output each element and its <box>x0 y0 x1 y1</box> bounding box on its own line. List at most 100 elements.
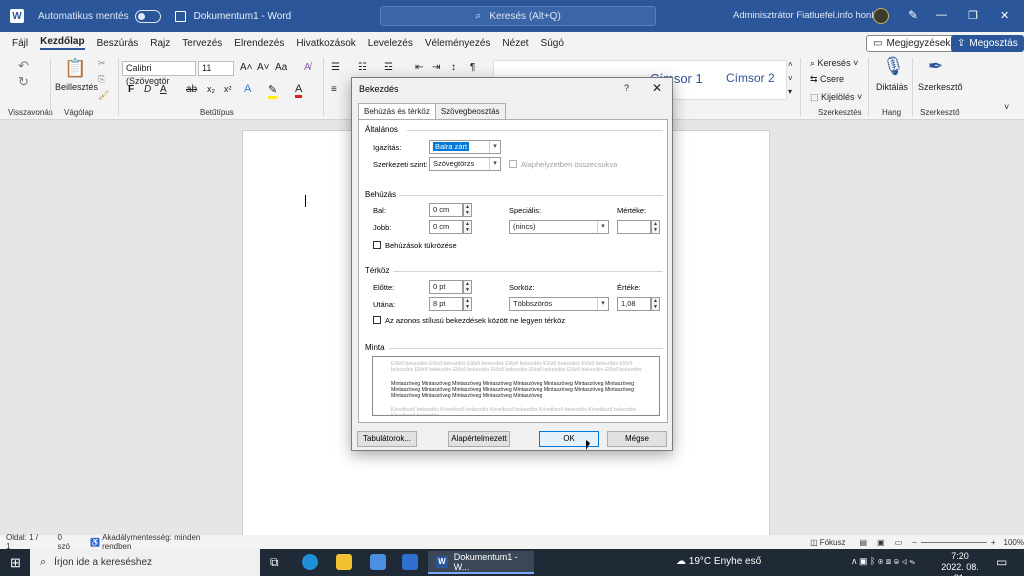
focus-mode[interactable]: Fókusz <box>820 538 846 547</box>
before-stepper[interactable]: ▲ ▼ <box>463 280 472 294</box>
bullets-icon[interactable]: ☰ <box>331 62 340 73</box>
user-name[interactable]: Adminisztrátor Fiatluefel.info honlap <box>733 10 884 21</box>
windows-start-icon[interactable]: ⊞ <box>10 555 21 571</box>
tab-design[interactable]: Tervezés <box>182 38 222 49</box>
strikethrough-icon[interactable]: ab <box>186 84 197 95</box>
minimize-button[interactable]: — <box>936 9 947 21</box>
gallery-down-icon[interactable]: ˅ <box>788 74 793 83</box>
tab-draw[interactable]: Rajz <box>150 38 170 49</box>
replace-button[interactable]: ⇆ Csere <box>810 74 844 85</box>
cancel-button[interactable]: Mégse <box>607 431 667 447</box>
style-heading2[interactable]: Címsor 2 <box>726 71 775 85</box>
task-view-icon[interactable]: ⧉ <box>270 555 279 570</box>
save-icon[interactable] <box>174 10 186 22</box>
undo-icon[interactable]: ↶ <box>18 58 29 74</box>
help-button[interactable]: ? <box>624 83 629 93</box>
edge-icon[interactable] <box>302 554 318 570</box>
font-size-select[interactable]: 11 <box>198 61 234 76</box>
file-explorer-icon[interactable] <box>336 554 352 570</box>
print-layout-icon[interactable]: ▣ <box>877 538 885 547</box>
redo-icon[interactable]: ↻ <box>18 74 29 90</box>
store-icon[interactable] <box>370 554 386 570</box>
gallery-up-icon[interactable]: ˄ <box>788 60 793 69</box>
close-icon[interactable]: ✕ <box>652 81 662 95</box>
sort-icon[interactable]: ↕ <box>451 62 456 73</box>
before-input[interactable]: 0 pt <box>429 280 463 294</box>
left-indent-stepper[interactable]: ▲ ▼ <box>463 203 472 217</box>
align-left-icon[interactable]: ≡ <box>331 84 337 95</box>
tab-layout[interactable]: Elrendezés <box>234 38 284 49</box>
at-input[interactable]: 1,08 <box>617 297 651 311</box>
paste-label[interactable]: Beillesztés <box>55 82 98 92</box>
clock[interactable]: 7:20 2022. 08. 21. <box>938 551 982 576</box>
tab-indents-spacing[interactable]: Behúzás és térköz <box>358 103 436 120</box>
mirror-indents-checkbox[interactable] <box>373 241 381 249</box>
by-input[interactable] <box>617 220 651 234</box>
avatar[interactable] <box>873 8 889 24</box>
find-button[interactable]: ⌕ Keresés ˅ <box>810 58 858 69</box>
microphone-icon[interactable]: 🎙 <box>882 56 905 77</box>
taskbar-word-app[interactable]: W Dokumentum1 - W... <box>428 551 534 574</box>
dictate-label[interactable]: Diktálás <box>876 82 908 92</box>
select-button[interactable]: ⬚ Kijelölés ˅ <box>810 92 862 103</box>
multilevel-icon[interactable]: ☲ <box>384 62 393 73</box>
tab-view[interactable]: Nézet <box>502 38 528 49</box>
close-window-button[interactable]: ✕ <box>1000 9 1009 22</box>
clear-format-icon[interactable]: A̸ <box>304 62 311 73</box>
paste-icon[interactable]: 📋 <box>64 58 86 79</box>
zoom-slider[interactable] <box>920 541 987 543</box>
pen-icon[interactable]: ✎ <box>908 8 918 22</box>
taskbar-search[interactable]: ⌕ Írjon ide a kereséshez <box>30 549 260 576</box>
right-indent-stepper[interactable]: ▲ ▼ <box>463 220 472 234</box>
ribbon-collapse-icon[interactable]: ˅ <box>1004 102 1009 112</box>
gallery-more-icon[interactable]: ▾ <box>788 87 792 96</box>
special-select[interactable]: (nincs) ▾ <box>509 220 609 234</box>
bold-button[interactable]: F <box>128 84 134 95</box>
italic-button[interactable]: D <box>144 84 151 95</box>
autosave-toggle[interactable] <box>134 9 161 23</box>
at-stepper[interactable]: ▲ ▼ <box>651 297 660 311</box>
underline-button[interactable]: A <box>160 84 167 95</box>
ok-button[interactable]: OK <box>539 431 599 447</box>
decrease-indent-icon[interactable]: ⇤ <box>415 62 423 73</box>
mail-icon[interactable] <box>402 554 418 570</box>
collapsed-checkbox[interactable] <box>509 160 517 168</box>
text-effects-icon[interactable]: A <box>244 83 251 95</box>
web-layout-icon[interactable]: ▭ <box>895 538 903 547</box>
tab-home[interactable]: Kezdőlap <box>40 36 85 50</box>
grow-font-icon[interactable]: A˄ <box>240 62 253 73</box>
numbering-icon[interactable]: ☷ <box>358 62 367 73</box>
highlight-icon[interactable]: ✎ <box>268 83 278 99</box>
font-color-icon[interactable]: A <box>295 83 303 98</box>
tab-references[interactable]: Hivatkozások <box>296 38 355 49</box>
no-space-checkbox[interactable] <box>373 316 381 324</box>
subscript-icon[interactable]: x₂ <box>207 84 215 94</box>
tab-review[interactable]: Véleményezés <box>425 38 491 49</box>
after-stepper[interactable]: ▲ ▼ <box>463 297 472 311</box>
shrink-font-icon[interactable]: A˅ <box>257 62 270 73</box>
zoom-in-icon[interactable]: + <box>991 538 996 547</box>
after-input[interactable]: 8 pt <box>429 297 463 311</box>
tab-help[interactable]: Súgó <box>541 38 564 49</box>
share-button[interactable]: ⇪ Megosztás <box>951 35 1024 52</box>
restore-button[interactable]: ❐ <box>968 9 978 22</box>
tab-file[interactable]: Fájl <box>12 38 28 49</box>
superscript-icon[interactable]: x² <box>224 84 232 94</box>
format-painter-icon[interactable]: 🖌 <box>98 90 109 101</box>
tray-icons[interactable]: ʌ ▣ ᛒ ◉ ▥ ⊜ ◁ ✎ <box>852 556 915 567</box>
zoom-out-icon[interactable]: − <box>912 538 917 547</box>
right-indent-input[interactable]: 0 cm <box>429 220 463 234</box>
copy-icon[interactable]: ⎘ <box>98 74 105 85</box>
read-mode-icon[interactable]: ▤ <box>859 538 867 547</box>
by-stepper[interactable]: ▲ ▼ <box>651 220 660 234</box>
outline-level-select[interactable]: Szövegtörzs ▾ <box>429 157 501 171</box>
zoom-level[interactable]: 100% <box>1004 538 1024 547</box>
tabs-button[interactable]: Tabulátorok... <box>357 431 417 447</box>
cut-icon[interactable]: ✂ <box>98 58 106 69</box>
editor-icon[interactable]: ✒ <box>928 56 943 77</box>
set-default-button[interactable]: Alapértelmezett <box>448 431 510 447</box>
editor-label[interactable]: Szerkesztő <box>918 82 963 92</box>
weather-widget[interactable]: ☁ 19°C Enyhe eső <box>676 556 761 567</box>
font-name-select[interactable]: Calibri (Szövegtör <box>122 61 196 86</box>
pilcrow-icon[interactable]: ¶ <box>470 62 475 73</box>
